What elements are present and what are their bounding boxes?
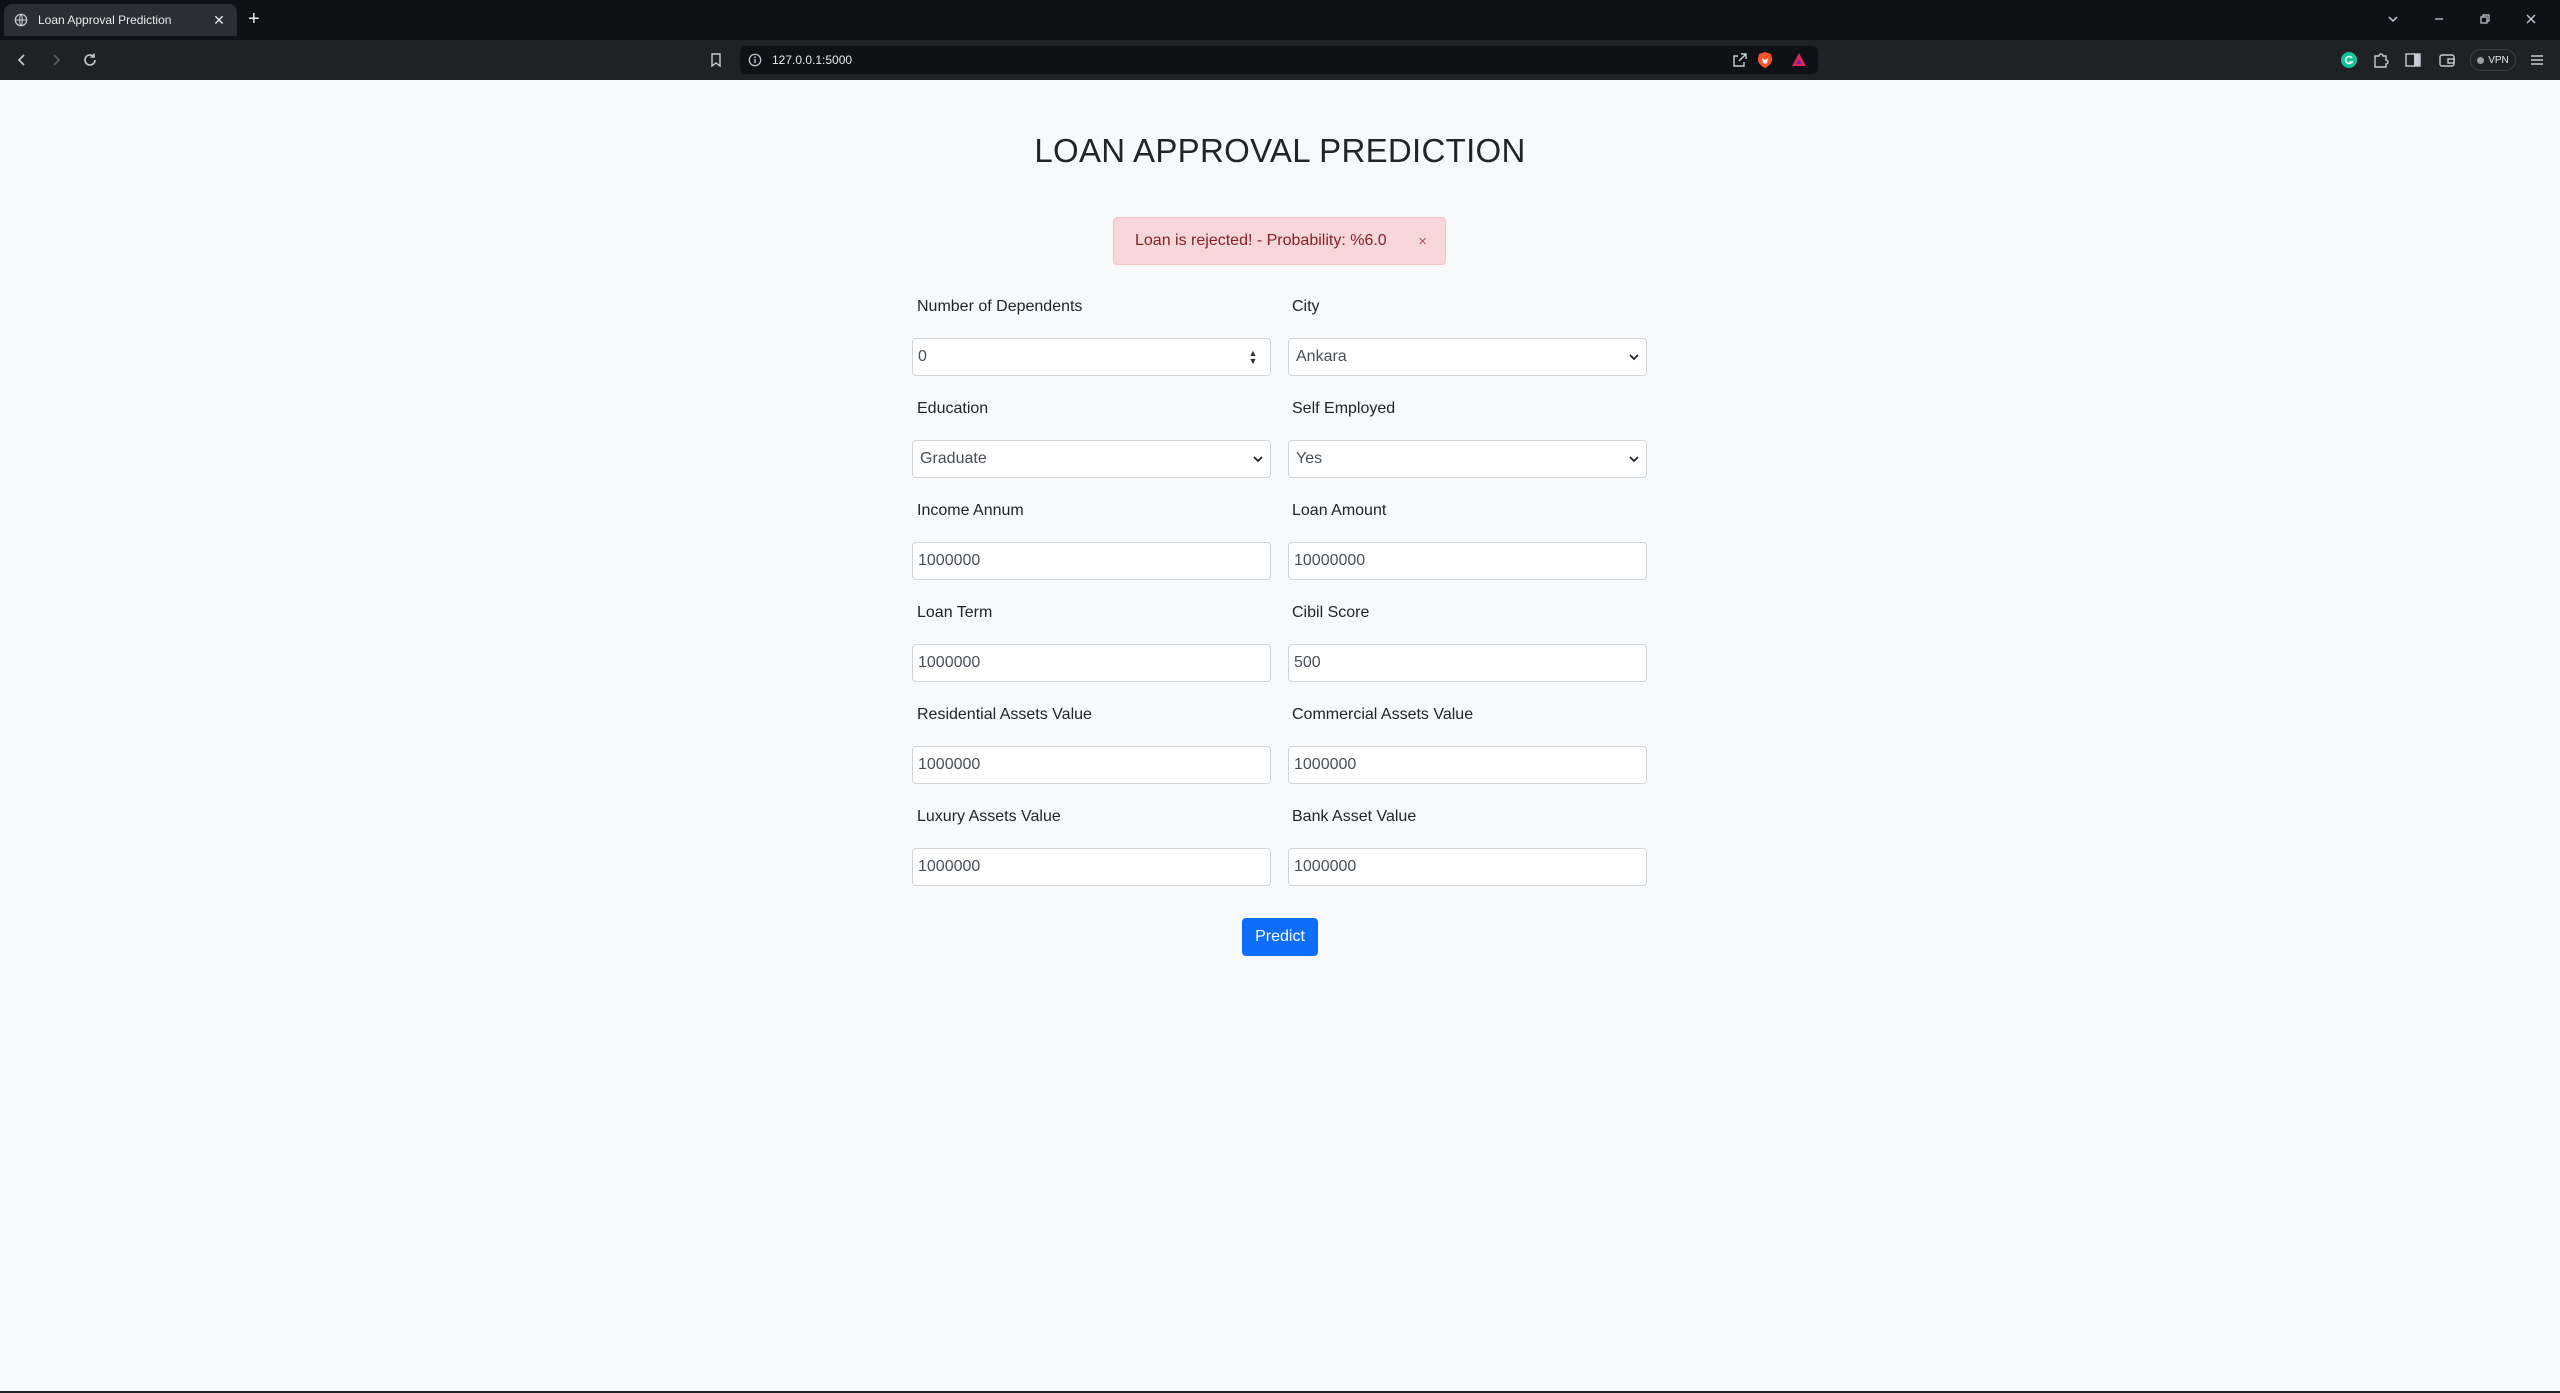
new-tab-button[interactable]: + <box>248 8 260 30</box>
commercial-assets-value: 1000000 <box>1294 756 1357 773</box>
loan-amount-input[interactable]: 10000000 <box>1288 542 1647 580</box>
dependents-input[interactable]: 0 ▲ ▼ <box>912 338 1271 376</box>
alert-close-icon[interactable]: × <box>1418 233 1427 250</box>
predict-button[interactable]: Predict <box>1242 918 1318 956</box>
address-bar[interactable]: 127.0.0.1:5000 <box>740 46 1818 74</box>
chevron-down-icon <box>1629 354 1639 361</box>
forward-arrow-icon <box>53 54 61 66</box>
browser-tab-bar: Loan Approval Prediction ✕ + <box>0 0 2560 40</box>
cibil-score-input[interactable]: 500 <box>1288 644 1647 682</box>
bank-asset-label: Bank Asset Value <box>1292 808 1417 825</box>
brave-shields-icon[interactable] <box>1756 51 1774 69</box>
url-text[interactable]: 127.0.0.1:5000 <box>772 53 852 67</box>
cibil-score-value: 500 <box>1294 654 1321 671</box>
city-select[interactable]: Ankara <box>1288 338 1647 376</box>
back-arrow-icon <box>17 54 25 66</box>
education-label: Education <box>917 400 989 417</box>
loan-amount-value: 10000000 <box>1294 552 1366 569</box>
dependents-value: 0 <box>918 348 927 365</box>
loan-term-input[interactable]: 1000000 <box>912 644 1271 682</box>
rejection-alert: Loan is rejected! - Probability: %6.0 × <box>1113 217 1446 265</box>
bookmark-icon[interactable] <box>708 52 724 68</box>
restore-icon[interactable] <box>2478 12 2492 26</box>
loan-term-value: 1000000 <box>918 654 981 671</box>
tab-title: Loan Approval Prediction <box>38 13 172 27</box>
site-info-icon[interactable] <box>748 53 762 67</box>
tab-close-icon[interactable]: ✕ <box>211 12 227 29</box>
extensions-puzzle-icon[interactable] <box>2372 51 2390 69</box>
self-employed-select[interactable]: Yes <box>1288 440 1647 478</box>
residential-assets-label: Residential Assets Value <box>917 706 1092 723</box>
window-close-icon[interactable] <box>2524 12 2538 26</box>
minimize-icon[interactable] <box>2432 12 2446 26</box>
income-annum-value: 1000000 <box>918 552 981 569</box>
city-label: City <box>1292 298 1320 315</box>
luxury-assets-value: 1000000 <box>918 858 981 875</box>
commercial-assets-label: Commercial Assets Value <box>1292 706 1474 723</box>
education-select[interactable]: Graduate <box>912 440 1271 478</box>
sidebar-toggle-icon[interactable] <box>2404 51 2422 69</box>
reload-icon <box>84 53 96 66</box>
residential-assets-value: 1000000 <box>918 756 981 773</box>
vpn-button[interactable]: VPN <box>2470 49 2516 71</box>
browser-tab[interactable]: Loan Approval Prediction ✕ <box>4 4 237 36</box>
share-icon[interactable] <box>1732 52 1748 68</box>
vpn-label: VPN <box>2488 54 2509 66</box>
hamburger-menu-icon[interactable] <box>2528 51 2546 69</box>
back-button[interactable] <box>12 50 32 70</box>
income-annum-input[interactable]: 1000000 <box>912 542 1271 580</box>
self-employed-value: Yes <box>1296 450 1323 467</box>
luxury-assets-label: Luxury Assets Value <box>917 808 1061 825</box>
reload-button[interactable] <box>80 50 100 70</box>
dependents-label: Number of Dependents <box>917 298 1083 315</box>
grammarly-icon[interactable] <box>2340 51 2358 69</box>
income-annum-label: Income Annum <box>917 502 1024 519</box>
wallet-icon[interactable] <box>2438 51 2456 69</box>
page-content: LOAN APPROVAL PREDICTION Loan is rejecte… <box>0 80 2560 1393</box>
vpn-status-dot <box>2477 56 2485 64</box>
chevron-down-icon <box>1629 456 1639 463</box>
browser-toolbar: 127.0.0.1:5000 VPN <box>0 40 2560 80</box>
tab-search-chevron-icon[interactable] <box>2386 12 2400 26</box>
forward-button[interactable] <box>46 50 66 70</box>
commercial-assets-input[interactable]: 1000000 <box>1288 746 1647 784</box>
education-value: Graduate <box>920 450 987 467</box>
loan-term-label: Loan Term <box>917 604 993 621</box>
bank-asset-input[interactable]: 1000000 <box>1288 848 1647 886</box>
page-title: LOAN APPROVAL PREDICTION <box>1034 132 1526 169</box>
globe-icon <box>14 13 28 27</box>
loan-amount-label: Loan Amount <box>1292 502 1387 519</box>
residential-assets-input[interactable]: 1000000 <box>912 746 1271 784</box>
self-employed-label: Self Employed <box>1292 400 1396 417</box>
luxury-assets-input[interactable]: 1000000 <box>912 848 1271 886</box>
alert-message: Loan is rejected! - Probability: %6.0 <box>1135 232 1387 249</box>
chevron-down-icon <box>1253 456 1263 463</box>
cibil-score-label: Cibil Score <box>1292 604 1370 621</box>
bank-asset-value: 1000000 <box>1294 858 1357 875</box>
city-value: Ankara <box>1296 348 1347 365</box>
number-stepper-icon[interactable]: ▲ ▼ <box>1246 349 1260 366</box>
brave-rewards-icon[interactable] <box>1790 51 1808 69</box>
